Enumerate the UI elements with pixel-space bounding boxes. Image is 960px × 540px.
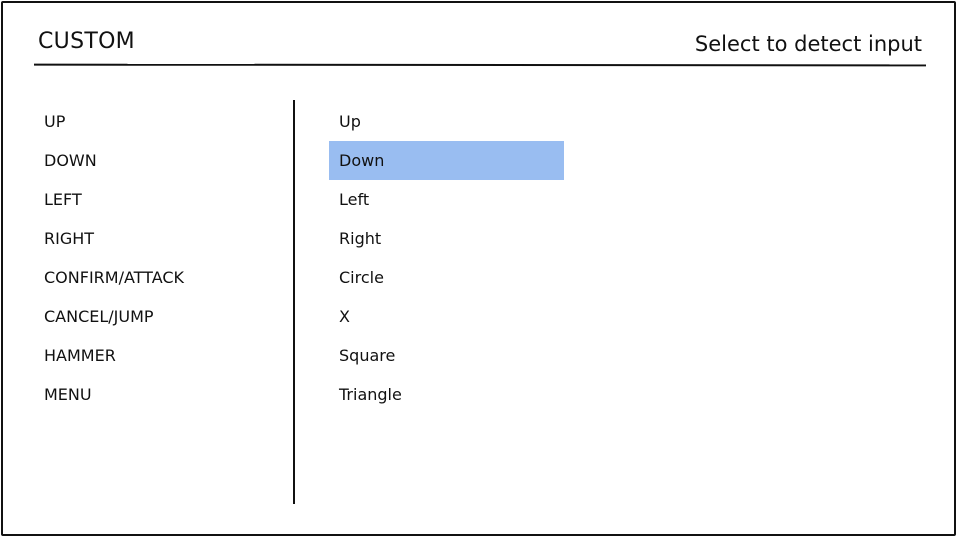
action-label-cancel-jump: CANCEL/JUMP: [44, 307, 154, 326]
action-label-right: RIGHT: [44, 229, 95, 248]
binding-down[interactable]: Down: [329, 141, 564, 180]
action-label-left: LEFT: [44, 190, 82, 209]
binding-left[interactable]: Left: [329, 180, 564, 219]
binding-up[interactable]: Up: [329, 102, 564, 141]
binding-right[interactable]: Right: [329, 219, 564, 258]
action-label-down: DOWN: [44, 151, 97, 170]
action-label-confirm-attack: CONFIRM/ATTACK: [44, 268, 185, 287]
binding-list: Up Down Left Right Circle X Square Trian…: [329, 102, 564, 414]
detect-input-hint: Select to detect input: [694, 32, 922, 56]
action-label-menu: MENU: [44, 385, 92, 404]
page-title: CUSTOM: [38, 29, 135, 54]
binding-menu[interactable]: Triangle: [329, 375, 564, 414]
action-list: UP DOWN LEFT RIGHT CONFIRM/ATTACK CANCEL…: [44, 102, 284, 414]
action-label-hammer: HAMMER: [44, 346, 116, 365]
binding-cancel-jump[interactable]: X: [329, 297, 564, 336]
binding-confirm-attack[interactable]: Circle: [329, 258, 564, 297]
binding-hammer[interactable]: Square: [329, 336, 564, 375]
column-divider: [293, 100, 295, 504]
action-label-up: UP: [44, 112, 66, 131]
